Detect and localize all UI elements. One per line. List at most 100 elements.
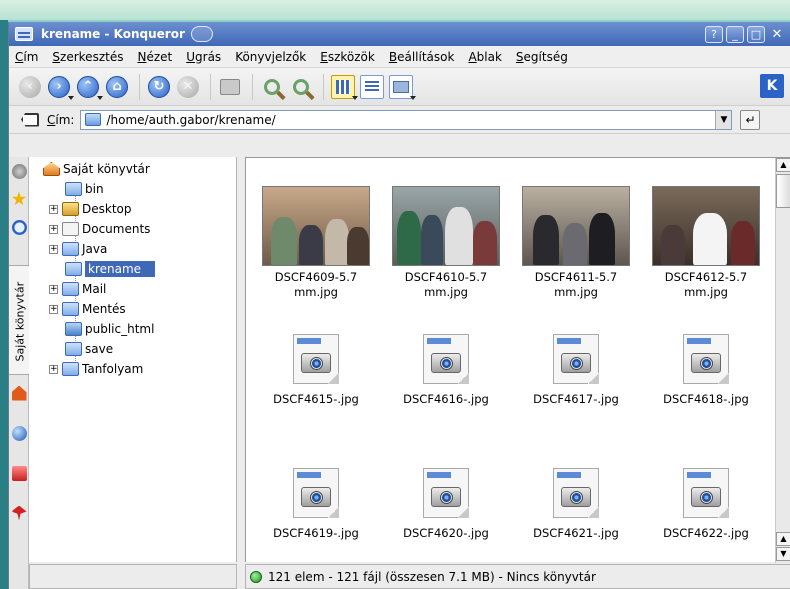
tree-item-documents[interactable]: + Documents (49, 219, 150, 239)
expand-icon[interactable]: + (49, 304, 58, 314)
home-button[interactable]: ⌂ (104, 74, 130, 100)
title-bar[interactable]: krename - Konqueror ? _ □ ✕ (9, 22, 790, 46)
vertical-scrollbar[interactable]: ▲ ▲ ▼ (775, 158, 790, 563)
kde-logo-icon[interactable]: K (760, 74, 784, 98)
scroll-thumb[interactable] (776, 174, 790, 208)
sidebar-tab-network[interactable] (9, 419, 29, 447)
tree-item-krename[interactable]: krename (65, 259, 156, 279)
stop-icon: ✕ (177, 75, 199, 98)
file-name-ext: mm.jpg (424, 285, 468, 299)
location-input[interactable]: /home/auth.gabor/krename/ ▼ (80, 109, 733, 130)
sidebar-tab-home[interactable] (9, 379, 29, 407)
zoom-in-button[interactable] (259, 74, 285, 100)
home-folder-icon (43, 162, 60, 176)
file-item[interactable]: DSCF4622-.jpg (646, 468, 766, 541)
zoom-out-button[interactable] (288, 74, 314, 100)
file-item[interactable]: DSCF4611-5.7 mm.jpg (516, 186, 636, 300)
tree-item-home[interactable]: Saját könyvtár (43, 159, 150, 179)
sticky-icon[interactable] (190, 26, 213, 42)
menu-bar: Cím Szerkesztés Nézet Ugrás Könyvjelzők … (9, 46, 790, 68)
forward-icon: › (48, 75, 70, 98)
photo-thumbnail (652, 186, 760, 266)
sidebar-status-area (29, 564, 237, 589)
menu-ugras[interactable]: Ugrás (186, 50, 221, 64)
tree-item-desktop[interactable]: + Desktop (49, 199, 132, 219)
tree-item-public-html[interactable]: public_html (65, 319, 154, 339)
expand-icon[interactable]: + (49, 284, 58, 294)
expand-icon[interactable]: + (49, 204, 58, 214)
web-folder-icon (65, 322, 82, 336)
sidebar-tab-pin[interactable] (9, 499, 29, 527)
file-item[interactable]: DSCF4615-.jpg (256, 334, 376, 407)
forward-button[interactable]: › (46, 74, 74, 100)
file-item[interactable]: DSCF4619-.jpg (256, 468, 376, 541)
icon-view-button[interactable] (330, 74, 358, 100)
scroll-down-button[interactable]: ▼ (776, 547, 790, 561)
sidebar-tab-root[interactable] (9, 459, 29, 487)
menu-konyvjelzok[interactable]: Könyvjelzők (235, 50, 306, 64)
tree-item-java[interactable]: + Java (49, 239, 107, 259)
network-globe-icon (11, 425, 27, 441)
file-name: DSCF4621-.jpg (533, 526, 619, 540)
menu-cim[interactable]: Cím (15, 50, 38, 64)
file-name: DSCF4618-.jpg (663, 392, 749, 406)
file-name-ext: mm.jpg (294, 285, 338, 299)
folder-icon (65, 182, 82, 196)
tree-item-mail[interactable]: + Mail (49, 279, 106, 299)
tree-item-save[interactable]: save (65, 339, 113, 359)
status-text: 121 elem - 121 fájl (összesen 7.1 MB) - … (268, 569, 596, 584)
scroll-up-button-lower[interactable]: ▲ (776, 532, 790, 546)
menu-beallitasok[interactable]: Beállítások (389, 50, 455, 64)
folder-icon (65, 262, 82, 276)
file-name: DSCF4619-.jpg (273, 526, 359, 540)
help-button[interactable]: ? (705, 25, 723, 43)
tree-item-bin[interactable]: bin (65, 179, 104, 199)
zoom-out-icon (293, 78, 309, 95)
print-button[interactable] (217, 74, 243, 100)
minimize-button[interactable]: _ (726, 25, 744, 43)
file-item[interactable]: DSCF4612-5.7 mm.jpg (646, 186, 766, 300)
file-name: DSCF4615-.jpg (273, 392, 359, 406)
tree-item-mentes[interactable]: + Mentés (49, 299, 126, 319)
menu-ablak[interactable]: Ablak (468, 50, 501, 64)
file-item[interactable]: DSCF4616-.jpg (386, 334, 506, 407)
detailed-list-view-button[interactable] (359, 74, 385, 100)
sidebar-tab-history[interactable] (9, 213, 29, 241)
up-button[interactable]: ⌃ (75, 74, 103, 100)
scroll-up-button[interactable]: ▲ (776, 158, 790, 172)
file-item[interactable]: DSCF4617-.jpg (516, 334, 636, 407)
image-file-icon (683, 468, 729, 518)
maximize-button[interactable]: □ (747, 25, 765, 43)
menu-segitseg[interactable]: Segítség (516, 50, 568, 64)
image-preview-button[interactable] (388, 74, 416, 100)
file-item[interactable]: DSCF4609-5.7 mm.jpg (256, 186, 376, 300)
clear-location-icon[interactable] (21, 112, 39, 127)
sidebar-tab-bookmarks[interactable] (9, 185, 29, 213)
menu-eszkozok[interactable]: Eszközök (320, 50, 375, 64)
file-item[interactable]: DSCF4618-.jpg (646, 334, 766, 407)
file-icon-view[interactable]: DSCF4609-5.7mm.jpg DSCF4610-5.7mm.jpg (245, 157, 790, 563)
expand-icon[interactable]: + (49, 364, 58, 374)
sidebar-tab-services[interactable] (9, 157, 29, 185)
konqueror-app-icon[interactable] (15, 27, 33, 41)
close-button[interactable]: ✕ (768, 26, 786, 43)
go-button[interactable]: ↵ (740, 109, 761, 130)
home-icon: ⌂ (106, 75, 128, 98)
expand-icon[interactable]: + (49, 224, 58, 234)
menu-nezet[interactable]: Nézet (137, 50, 172, 64)
reload-button[interactable]: ↻ (146, 74, 172, 100)
detailed-list-view-icon (365, 80, 379, 93)
tree-item-tanfolyam[interactable]: + Tanfolyam (49, 359, 143, 379)
location-dropdown-icon[interactable]: ▼ (715, 110, 732, 129)
file-item[interactable]: DSCF4621-.jpg (516, 468, 636, 541)
file-item[interactable]: DSCF4610-5.7 mm.jpg (386, 186, 506, 300)
stop-button[interactable]: ✕ (175, 74, 201, 100)
sidebar-tab-home-folder[interactable]: Saját könyvtár (9, 265, 29, 375)
desktop-top-band (0, 0, 790, 20)
back-icon: ‹ (19, 75, 41, 98)
expand-icon[interactable]: + (49, 244, 58, 254)
file-item[interactable]: DSCF4620-.jpg (386, 468, 506, 541)
back-button[interactable]: ‹ (17, 74, 43, 100)
menu-szerkesztes[interactable]: Szerkesztés (52, 50, 123, 64)
pin-icon (11, 505, 27, 521)
